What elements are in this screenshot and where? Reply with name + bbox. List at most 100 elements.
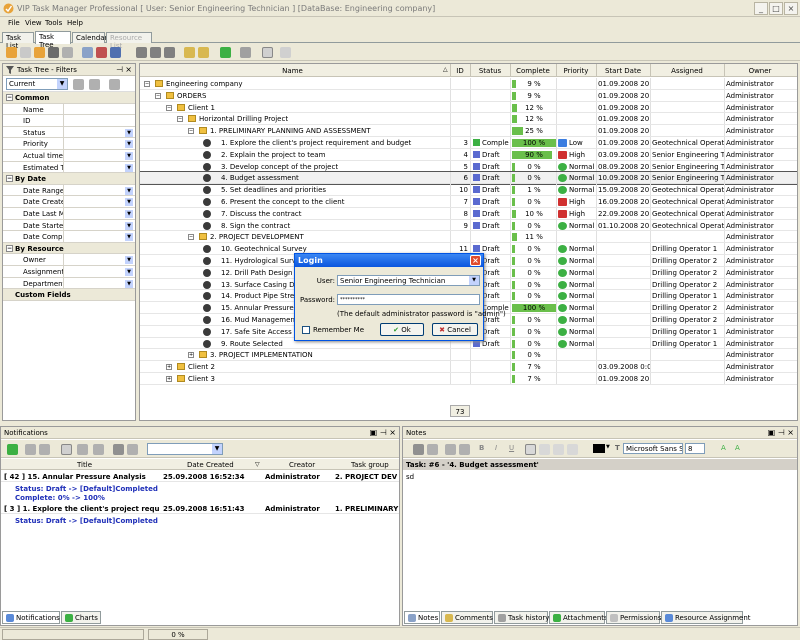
menu-tools[interactable]: Tools bbox=[45, 19, 62, 27]
table-row[interactable]: − ORDERS 9 % 01.09.2008 20:1 Administrator bbox=[140, 89, 797, 102]
move-down-icon[interactable] bbox=[164, 47, 175, 58]
tree-expander[interactable]: − bbox=[166, 104, 172, 111]
table-row[interactable]: 8. Sign the contract 9 Draft 0 % Normal 01.10… bbox=[140, 219, 797, 232]
pane-buttons[interactable]: ▣ ⊣ × bbox=[370, 428, 396, 437]
filter-group[interactable]: − Common bbox=[3, 92, 135, 104]
remember-me-checkbox[interactable] bbox=[302, 326, 310, 334]
user-select[interactable]: Senior Engineering Technician ▼ bbox=[337, 275, 480, 286]
table-row[interactable]: 2. Explain the project to team 4 Draft 90 %… bbox=[140, 148, 797, 161]
filter-group[interactable]: Custom Fields bbox=[3, 289, 135, 301]
table-row[interactable]: − Engineering company 9 % 01.09.2008 20:1 Ad… bbox=[140, 78, 797, 90]
table-row[interactable]: − 1. PRELIMINARY PLANNING AND ASSESSMENT 2… bbox=[140, 125, 797, 137]
new-subtask-icon[interactable] bbox=[20, 47, 31, 58]
tab-task-tree[interactable]: Task Tree bbox=[35, 31, 71, 49]
settings-icon[interactable] bbox=[113, 444, 124, 455]
delete-note-icon[interactable] bbox=[427, 444, 438, 455]
collapse-icon[interactable]: − bbox=[6, 244, 13, 252]
filter-row[interactable]: Owner ▼ bbox=[3, 254, 135, 266]
bold-icon[interactable]: B bbox=[479, 444, 484, 452]
tree-expander[interactable]: − bbox=[144, 81, 150, 87]
col-status[interactable]: Status bbox=[470, 67, 510, 75]
close-icon[interactable]: × bbox=[470, 255, 481, 266]
tree-expander[interactable]: − bbox=[177, 116, 183, 123]
minimize-button[interactable]: _ bbox=[754, 2, 768, 15]
refresh-icon[interactable] bbox=[7, 444, 18, 455]
table-row[interactable]: + Client 2 7 % 03.09.2008 0:00 Administrator bbox=[140, 361, 797, 373]
chevron-down-icon[interactable]: ▼ bbox=[125, 140, 133, 149]
filter-row[interactable]: Status ▼ bbox=[3, 126, 135, 139]
tab-notifications[interactable]: Notifications bbox=[2, 611, 60, 624]
tab-permissions[interactable]: Permissions bbox=[606, 611, 661, 624]
col-name[interactable]: Name bbox=[140, 67, 445, 75]
menu-view[interactable]: View bbox=[25, 19, 42, 27]
pane-buttons[interactable]: ▣ ⊣ × bbox=[768, 428, 794, 437]
filter-group[interactable]: − By Resource bbox=[3, 242, 135, 255]
italic-icon[interactable]: I bbox=[495, 444, 497, 452]
chevron-down-icon[interactable]: ▼ bbox=[212, 444, 222, 454]
tree-expander[interactable]: − bbox=[155, 92, 161, 99]
tab-comments[interactable]: Comments bbox=[441, 611, 493, 624]
tab-notes[interactable]: Notes bbox=[404, 611, 440, 624]
table-row[interactable]: − 2. PROJECT DEVELOPMENT 11 % Administrator bbox=[140, 231, 797, 244]
options-icon[interactable] bbox=[127, 444, 138, 455]
font-size-select[interactable]: 8 bbox=[685, 443, 705, 454]
filter-row[interactable]: Department ▼ bbox=[3, 277, 135, 290]
maximize-button[interactable]: □ bbox=[769, 2, 783, 15]
col-priority[interactable]: Priority bbox=[556, 67, 596, 75]
tab-attachments[interactable]: Attachments bbox=[549, 611, 608, 624]
table-row[interactable]: − Client 1 12 % 01.09.2008 20:1 Administrato… bbox=[140, 101, 797, 114]
cancel-button[interactable]: ✖ Cancel bbox=[432, 323, 478, 336]
chevron-down-icon[interactable]: ▼ bbox=[469, 276, 479, 285]
tab-task-history[interactable]: Task history bbox=[494, 611, 549, 624]
chevron-down-icon[interactable]: ▼ bbox=[125, 233, 133, 242]
chevron-down-icon[interactable]: ▼ bbox=[125, 163, 133, 172]
filter-row[interactable]: Assignment ▼ bbox=[3, 265, 135, 278]
table-row[interactable]: 1. Explore the client's project requirem… bbox=[140, 137, 797, 149]
ok-button[interactable]: ✔ Ok bbox=[380, 323, 424, 336]
view-icon[interactable] bbox=[61, 444, 72, 455]
filter-options-icon[interactable] bbox=[89, 79, 100, 90]
tab-calendar[interactable]: Calendar bbox=[72, 32, 107, 43]
filter-row[interactable]: Priority ▼ bbox=[3, 138, 135, 150]
clear-filter-icon[interactable] bbox=[109, 79, 120, 90]
pin-icon[interactable]: ⊣ bbox=[116, 65, 123, 74]
tab-charts[interactable]: Charts bbox=[61, 611, 101, 624]
preview-icon[interactable] bbox=[459, 444, 470, 455]
text-color-swatch[interactable] bbox=[593, 444, 605, 453]
align-right-icon[interactable] bbox=[553, 444, 564, 455]
grow-font-icon[interactable]: A bbox=[721, 444, 726, 452]
delete-icon[interactable] bbox=[93, 444, 104, 455]
menu-help[interactable]: Help bbox=[67, 19, 83, 27]
chevron-down-icon[interactable]: ▼ bbox=[125, 256, 133, 265]
col-assigned[interactable]: Assigned bbox=[650, 67, 724, 75]
col-task-group[interactable]: Task group bbox=[351, 461, 389, 469]
delete-task-icon[interactable] bbox=[62, 47, 73, 58]
send-icon[interactable] bbox=[240, 47, 251, 58]
mark-read-icon[interactable] bbox=[25, 444, 36, 455]
close-pane-icon[interactable]: × bbox=[125, 65, 132, 74]
copy-icon[interactable] bbox=[96, 47, 107, 58]
chevron-down-icon[interactable]: ▼ bbox=[125, 221, 133, 230]
shrink-font-icon[interactable]: A bbox=[735, 444, 740, 452]
font-family-select[interactable]: Microsoft Sans S bbox=[623, 443, 683, 454]
collapse-icon[interactable]: − bbox=[6, 175, 13, 183]
filter-group[interactable]: − By Date bbox=[3, 173, 135, 185]
chevron-down-icon[interactable]: ▼ bbox=[606, 444, 610, 450]
tree-expander[interactable]: + bbox=[188, 352, 194, 359]
filter-row[interactable]: ID bbox=[3, 115, 135, 127]
col-id[interactable]: ID bbox=[450, 67, 470, 75]
chevron-down-icon[interactable]: ▼ bbox=[57, 79, 67, 89]
table-row[interactable]: − Horizontal Drilling Project 12 % 01.09.20… bbox=[140, 113, 797, 126]
filter-icon[interactable] bbox=[77, 444, 88, 455]
align-left-icon[interactable] bbox=[525, 444, 536, 455]
move-top-icon[interactable] bbox=[150, 47, 161, 58]
table-row[interactable]: + Client 3 7 % 01.09.2008 20:1 Administrator bbox=[140, 373, 797, 385]
edit-task-icon[interactable] bbox=[48, 47, 59, 58]
print-icon[interactable] bbox=[445, 444, 456, 455]
new-task-icon[interactable] bbox=[6, 47, 17, 58]
cut-icon[interactable] bbox=[82, 47, 93, 58]
tree-expander[interactable]: − bbox=[188, 234, 194, 241]
collapse-all-icon[interactable] bbox=[198, 47, 209, 58]
filter-row[interactable]: Name bbox=[3, 103, 135, 116]
move-up-icon[interactable] bbox=[136, 47, 147, 58]
